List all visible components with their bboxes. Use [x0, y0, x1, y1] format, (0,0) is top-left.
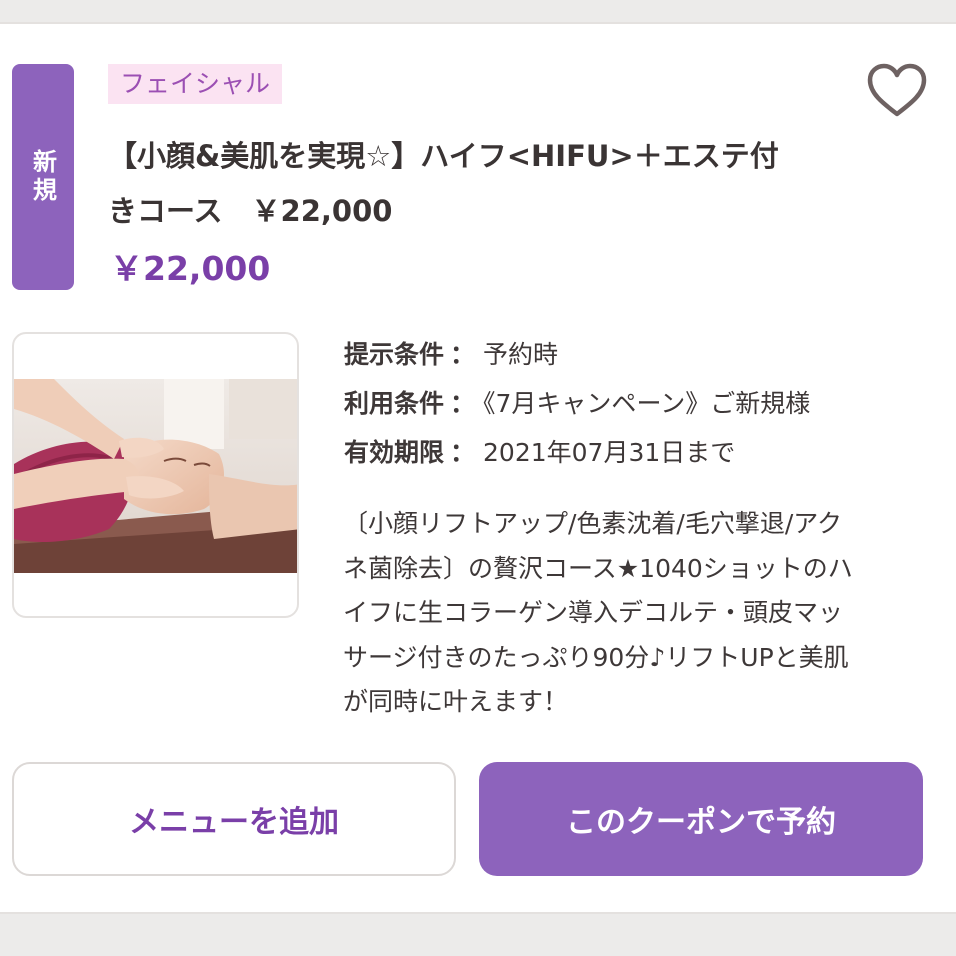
new-badge-label: 新規	[28, 149, 57, 205]
new-badge: 新規	[12, 64, 74, 290]
condition-separator: ：	[450, 340, 476, 369]
description-line: 〔小顔リフトアップ/色素沈着/毛穴撃退/アク	[343, 509, 843, 538]
condition-label: 有効期限	[344, 438, 445, 467]
condition-row: 有効期限： 2021年07月31日まで	[344, 433, 735, 473]
condition-separator: ：	[450, 389, 476, 418]
condition-separator: ：	[450, 438, 476, 467]
condition-value: 2021年07月31日まで	[483, 438, 736, 467]
page: 新規 フェイシャル 【小顔&美肌を実現☆】ハイフ<HIFU>＋エステ付 きコース…	[0, 0, 956, 956]
coupon-price: ￥22,000	[110, 249, 271, 288]
coupon-title-line: きコース ￥22,000	[108, 194, 393, 228]
facial-massage-photo	[14, 379, 297, 573]
condition-value: 《7月キャンペーン》ご新規様	[483, 389, 811, 418]
condition-row: 提示条件：予約時	[344, 335, 558, 375]
description-line: サージ付きのたっぷり90分♪リフトUPと美肌	[343, 642, 849, 672]
condition-label: 提示条件	[344, 340, 445, 369]
coupon-title-line: 【小顔&美肌を実現☆】ハイフ<HIFU>＋エステ付	[108, 139, 779, 173]
coupon-title[interactable]: 【小顔&美肌を実現☆】ハイフ<HIFU>＋エステ付 きコース ￥22,000	[108, 129, 848, 239]
coupon-photo	[12, 332, 299, 618]
condition-label: 利用条件	[344, 389, 445, 418]
description-line: が同時に叶えます！	[343, 687, 569, 716]
description-line: ネ菌除去〕の贅沢コース★1040ショットのハ	[343, 553, 853, 583]
condition-row: 利用条件：《7月キャンペーン》ご新規様	[344, 384, 810, 424]
coupon-card: 新規 フェイシャル 【小顔&美肌を実現☆】ハイフ<HIFU>＋エステ付 きコース…	[0, 22, 956, 914]
category-tag: フェイシャル	[108, 64, 283, 104]
favorite-button[interactable]	[866, 62, 928, 120]
reserve-with-coupon-button[interactable]: このクーポンで予約	[479, 762, 923, 876]
description-line: イフに生コラーゲン導入デコルテ・頭皮マッ	[343, 598, 844, 627]
condition-value: 予約時	[483, 340, 559, 369]
coupon-description: 〔小顔リフトアップ/色素沈着/毛穴撃退/アク ネ菌除去〕の贅沢コース★1040シ…	[343, 502, 928, 725]
heart-outline-icon	[867, 63, 927, 117]
add-menu-button[interactable]: メニューを追加	[12, 762, 456, 876]
